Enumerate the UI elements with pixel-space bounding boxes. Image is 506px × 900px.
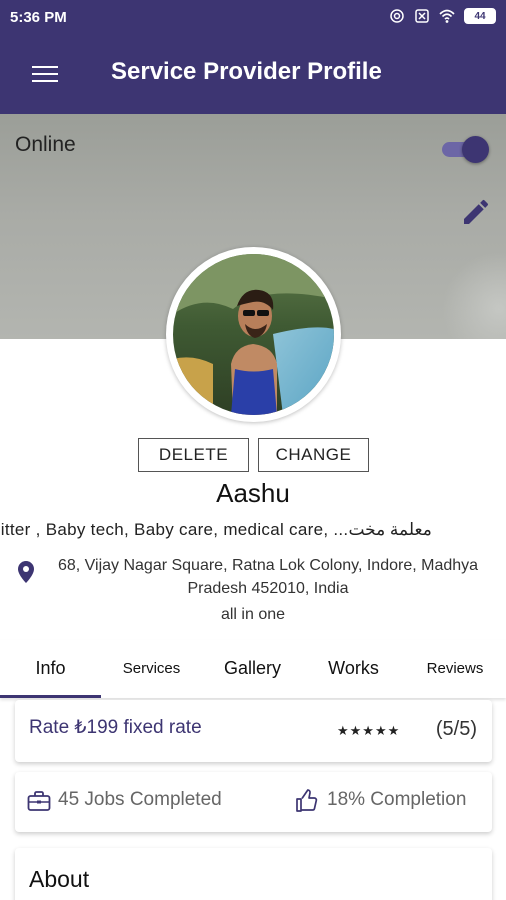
online-label: Online — [15, 133, 76, 156]
battery-icon: 44 — [464, 8, 496, 24]
avatar-frame — [166, 247, 341, 422]
toggle-thumb — [462, 136, 489, 163]
completion-rate: 18% Completion — [327, 789, 467, 810]
provider-name: Aashu — [216, 478, 290, 508]
rating-score: (5/5) — [435, 718, 477, 740]
rate-text: Rate ₺199 fixed rate — [29, 717, 202, 738]
status-icons: 44 — [389, 8, 496, 24]
tab-gallery[interactable]: Gallery — [202, 640, 303, 696]
app-header: 5:36 PM 44 Service Provider Profile — [0, 0, 506, 114]
pencil-icon[interactable] — [460, 196, 492, 228]
hamburger-menu-icon[interactable] — [32, 66, 58, 84]
rating-stars: ★★★★★ — [337, 723, 401, 738]
tab-reviews[interactable]: Reviews — [404, 640, 506, 696]
rate-card: Rate ₺199 fixed rate ★★★★★ (5/5) — [15, 700, 492, 762]
tab-services[interactable]: Services — [101, 640, 202, 696]
status-time: 5:36 PM — [10, 9, 67, 26]
page-title: Service Provider Profile — [111, 58, 382, 85]
tab-info[interactable]: Info — [0, 640, 101, 696]
briefcase-icon — [27, 791, 51, 811]
service-categories: sitter , Baby tech, Baby care, medical c… — [0, 520, 432, 539]
address: 68, Vijay Nagar Square, Ratna Lok Colony… — [57, 557, 479, 597]
change-photo-button[interactable]: CHANGE — [258, 438, 369, 472]
tagline: all in one — [220, 606, 286, 623]
delete-photo-button[interactable]: DELETE — [138, 438, 249, 472]
profile-tabs: Info Services Gallery Works Reviews — [0, 640, 506, 698]
active-tab-indicator — [0, 695, 101, 698]
tab-works[interactable]: Works — [303, 640, 404, 696]
about-card: About — [15, 848, 492, 900]
target-icon — [390, 9, 404, 23]
online-toggle[interactable] — [442, 136, 489, 163]
status-bar: 5:36 PM 44 — [0, 0, 506, 34]
jobs-completed: 45 Jobs Completed — [58, 789, 222, 810]
wifi-icon — [439, 9, 455, 23]
sim-off-icon — [415, 9, 429, 23]
avatar — [173, 254, 334, 415]
thumbs-up-icon — [296, 789, 318, 812]
about-title: About — [29, 866, 90, 892]
location-pin-icon — [18, 561, 34, 583]
stats-card: 45 Jobs Completed 18% Completion — [15, 772, 492, 832]
